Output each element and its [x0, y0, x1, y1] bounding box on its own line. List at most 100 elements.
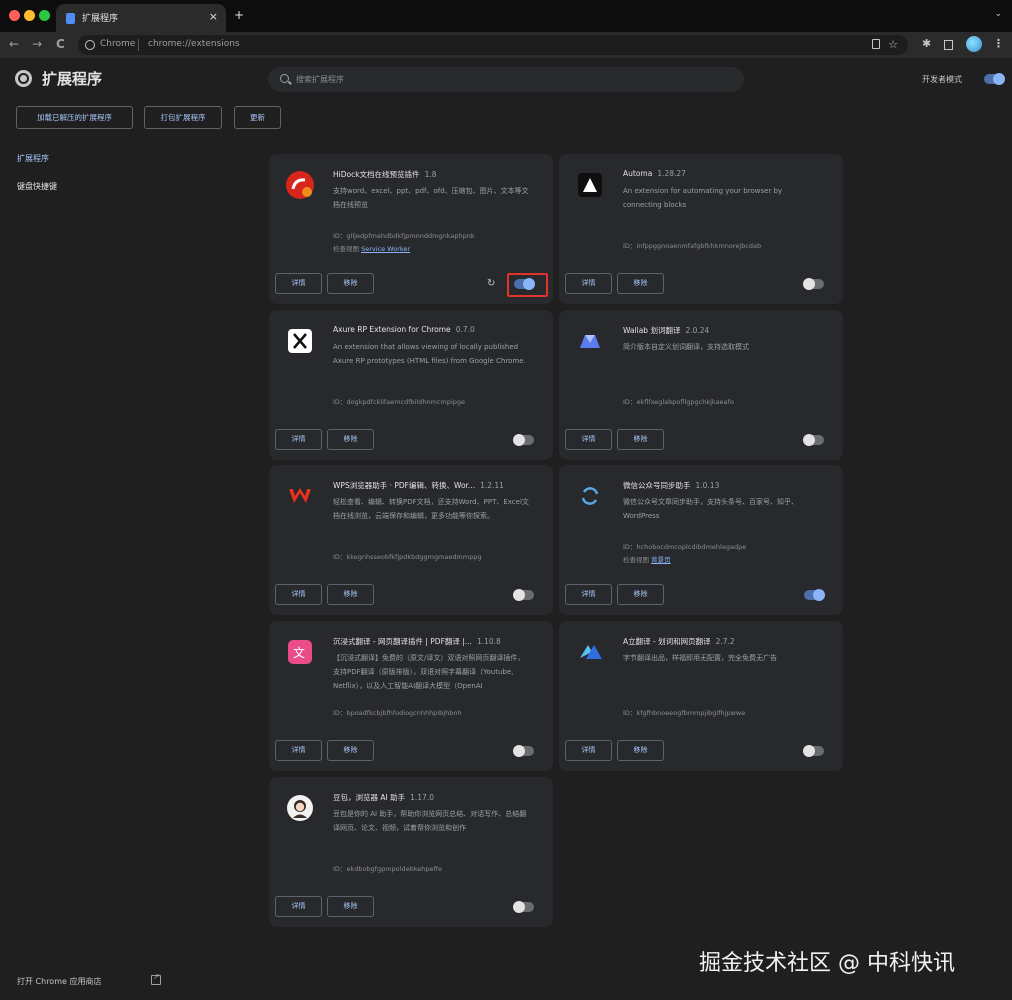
- extension-description: 字节翻译出品，样福即用无配置，完全免费无广告: [623, 654, 777, 662]
- extension-id: ID：infppggnoaenmfafgbfkhkmnorejbcdab: [623, 240, 761, 250]
- extension-enable-toggle[interactable]: [513, 434, 534, 446]
- url-text[interactable]: chrome://extensions: [148, 39, 240, 49]
- toggle-knob: [993, 73, 1005, 85]
- details-button[interactable]: 详情: [565, 273, 612, 294]
- extension-enable-toggle[interactable]: [514, 278, 535, 290]
- remove-button[interactable]: 移除: [327, 740, 374, 761]
- extension-card: Axure RP Extension for Chrome 0.7.0 An ext…: [269, 310, 553, 460]
- remove-button[interactable]: 移除: [327, 584, 374, 605]
- details-button[interactable]: 详情: [275, 740, 322, 761]
- remove-button[interactable]: 移除: [327, 429, 374, 450]
- toggle-knob: [513, 589, 525, 601]
- new-tab-button[interactable]: +: [234, 8, 244, 22]
- extension-title: 沉浸式翻译 - 网页翻译插件 | PDF翻译 |... 1.10.8: [333, 636, 543, 647]
- forward-button[interactable]: →: [32, 37, 42, 51]
- hidock-icon: [285, 170, 315, 200]
- extension-version: 1.10.8: [476, 637, 501, 646]
- extension-title: A立翻译 - 划词和网页翻译 2.7.2: [623, 636, 833, 647]
- wallab-icon: [575, 326, 605, 356]
- update-button[interactable]: 更新: [234, 106, 281, 129]
- details-button[interactable]: 详情: [275, 429, 322, 450]
- sidebar-item-keyboard-shortcuts[interactable]: 键盘快捷键: [17, 181, 57, 192]
- extension-description: An extension for automating your browser…: [623, 187, 783, 209]
- doubao-icon: [285, 793, 315, 823]
- extension-enable-toggle[interactable]: [513, 901, 534, 913]
- extension-description: 微信公众号文章同步助手，支持头条号、百家号、知乎、WordPress: [623, 498, 798, 520]
- extension-id: ID：ekdbobgfgpmpoldebkehpeffe: [333, 863, 442, 873]
- remove-button[interactable]: 移除: [617, 273, 664, 294]
- share-icon[interactable]: [872, 39, 880, 49]
- extension-description: 轻松查看、编辑、转换PDF文档，还支持Word、PPT、Excel文档在线浏览，…: [333, 498, 529, 520]
- side-panel-icon[interactable]: [944, 40, 953, 50]
- search-box[interactable]: [268, 67, 744, 92]
- extension-card: A立翻译 - 划词和网页翻译 2.7.2 字节翻译出品，样福即用无配置，完全免费无广…: [559, 621, 843, 771]
- extension-card: HiDock文档在线预览插件 1.8 支持word、excel、ppt、pdf、of…: [269, 154, 553, 304]
- pack-extension-button[interactable]: 打包扩展程序: [144, 106, 222, 129]
- details-button[interactable]: 详情: [565, 429, 612, 450]
- toggle-knob: [513, 434, 525, 446]
- extension-enable-toggle[interactable]: [803, 745, 824, 757]
- extension-enable-toggle[interactable]: [803, 434, 824, 446]
- bookmark-star-icon[interactable]: ☆: [888, 38, 898, 51]
- reload-icon[interactable]: ↻: [487, 279, 495, 289]
- tab-extensions[interactable]: 扩展程序 ×: [56, 4, 226, 32]
- remove-button[interactable]: 移除: [617, 584, 664, 605]
- extension-id: ID：glljedpfmehdbdkfjpmnnddmgnkaphpnk: [333, 230, 475, 240]
- remove-button[interactable]: 移除: [617, 429, 664, 450]
- extension-name: HiDock文档在线预览插件: [333, 170, 420, 179]
- remove-button[interactable]: 移除: [327, 273, 374, 294]
- browser-toolbar: ← → C Chrome chrome://extensions ☆ ✱ ⋮: [0, 32, 1012, 58]
- extension-version: 1.0.13: [695, 481, 720, 490]
- inspect-view-link[interactable]: Service Worker: [361, 245, 410, 253]
- id-value: hchobocdmcoplcdibdmehlegadpe: [636, 543, 747, 551]
- page-title: 扩展程序: [42, 70, 103, 88]
- remove-button[interactable]: 移除: [617, 740, 664, 761]
- id-prefix: ID：: [623, 709, 637, 717]
- inspect-view-link[interactable]: 背景页: [651, 556, 671, 564]
- id-value: kkegnhsseobfkfjpdkbdggmgmaedmmppg: [346, 553, 482, 561]
- details-button[interactable]: 详情: [565, 740, 612, 761]
- minimize-window-button[interactable]: [24, 10, 35, 21]
- search-input[interactable]: [296, 72, 696, 87]
- extension-title: 豆包，浏览器 AI 助手 1.17.0: [333, 792, 543, 803]
- extension-card: Automa 1.28.27 An extension for automating…: [559, 154, 843, 304]
- extension-id: ID：kkegnhsseobfkfjpdkbdggmgmaedmmppg: [333, 551, 482, 561]
- extension-id: ID：hchobocdmcoplcdibdmehlegadpe: [623, 541, 746, 551]
- close-window-button[interactable]: [9, 10, 20, 21]
- id-value: bpoadfkcbjbfhfodiogcnhhhpibjhbnh: [346, 709, 462, 717]
- remove-button[interactable]: 移除: [327, 896, 374, 917]
- id-prefix: ID：: [623, 242, 637, 250]
- details-button[interactable]: 详情: [565, 584, 612, 605]
- sidebar-item-extensions[interactable]: 扩展程序: [17, 153, 49, 164]
- address-bar[interactable]: Chrome chrome://extensions ☆: [78, 35, 908, 55]
- reload-button[interactable]: C: [56, 37, 65, 51]
- load-unpacked-button[interactable]: 加载已解压的扩展程序: [16, 106, 133, 129]
- id-prefix: ID：: [623, 398, 637, 406]
- id-prefix: ID：: [333, 865, 347, 873]
- extension-enable-toggle[interactable]: [803, 278, 824, 290]
- details-button[interactable]: 详情: [275, 584, 322, 605]
- details-button[interactable]: 详情: [275, 896, 322, 917]
- chrome-menu-icon[interactable]: ⋮: [993, 37, 1004, 50]
- tab-search-chevron-icon[interactable]: ⌄: [994, 9, 1002, 19]
- extension-id: ID：bpoadfkcbjbfhfodiogcnhhhpibjhbnh: [333, 707, 462, 717]
- id-value: kfgfhbnoeeogfbmmpjibglfhjpwwe: [636, 709, 746, 717]
- puzzle-favicon-icon: [66, 13, 75, 24]
- webstore-link[interactable]: 打开 Chrome 应用商店: [17, 976, 101, 987]
- details-button[interactable]: 详情: [275, 273, 322, 294]
- extension-id: ID：dogkpdfcklifaemcdfbildhnmcmpipge: [333, 396, 465, 406]
- zoom-window-button[interactable]: [39, 10, 50, 21]
- extensions-puzzle-icon[interactable]: ✱: [922, 37, 931, 50]
- wps-icon: [285, 481, 315, 511]
- developer-mode-toggle[interactable]: [984, 73, 1005, 85]
- id-value: dogkpdfcklifaemcdfbildhnmcmpipge: [346, 398, 466, 406]
- tab-close-icon[interactable]: ×: [209, 10, 218, 23]
- extension-enable-toggle[interactable]: [804, 589, 825, 601]
- open-external-icon[interactable]: [151, 972, 161, 985]
- profile-avatar[interactable]: [966, 36, 982, 52]
- extension-description: 简介版本自定义划词翻译，支持选取模式: [623, 343, 749, 351]
- url-scheme-label: Chrome: [100, 39, 136, 49]
- extension-enable-toggle[interactable]: [513, 589, 534, 601]
- back-button[interactable]: ←: [9, 37, 19, 51]
- extension-enable-toggle[interactable]: [513, 745, 534, 757]
